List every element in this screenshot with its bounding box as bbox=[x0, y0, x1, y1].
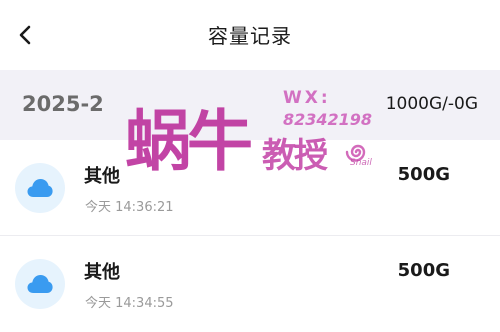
record-size: 500G bbox=[397, 260, 450, 281]
record-size: 500G bbox=[397, 164, 450, 185]
cloud-icon bbox=[27, 179, 53, 197]
record-timestamp: 今天 14:36:21 bbox=[85, 200, 174, 215]
record-icon-badge bbox=[15, 163, 65, 213]
capacity-record-item[interactable]: 其他 今天 14:36:21 500G bbox=[0, 140, 500, 236]
month-capacity-summary: 1000G/-0G bbox=[385, 94, 478, 114]
record-timestamp: 今天 14:34:55 bbox=[85, 296, 174, 311]
cloud-icon bbox=[27, 275, 53, 293]
month-label: 2025-2 bbox=[22, 92, 104, 116]
month-group-header: 2025-2 1000G/-0G bbox=[0, 70, 500, 140]
top-nav-bar: 容量记录 bbox=[0, 0, 500, 70]
page-title: 容量记录 bbox=[208, 24, 292, 48]
record-name: 其他 bbox=[84, 262, 120, 283]
capacity-record-item[interactable]: 其他 今天 14:34:55 500G bbox=[0, 236, 500, 332]
record-name: 其他 bbox=[84, 166, 120, 187]
record-icon-badge bbox=[15, 259, 65, 309]
